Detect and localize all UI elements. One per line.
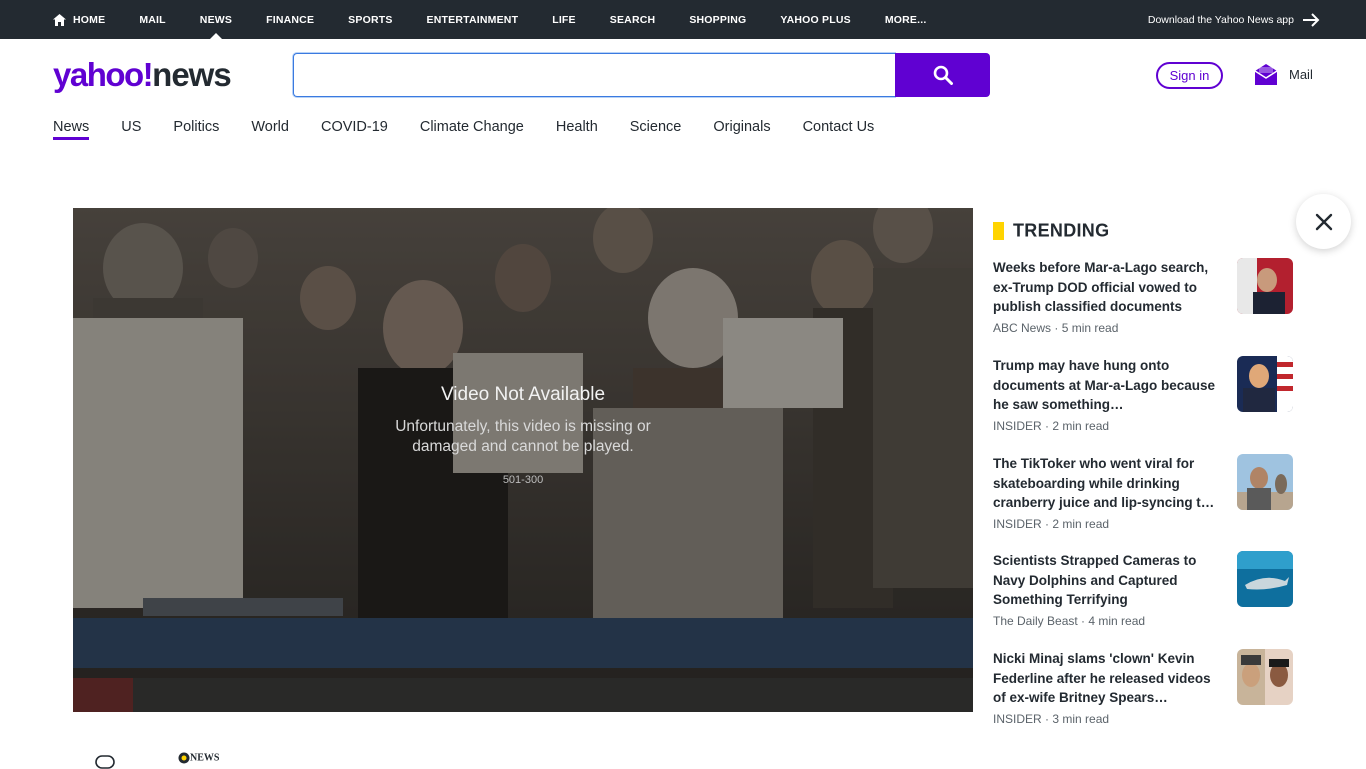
trending-item-meta: INSIDER · 2 min read bbox=[993, 517, 1293, 531]
meta-separator: · bbox=[1041, 517, 1053, 531]
video-error-message: Unfortunately, this video is missing or … bbox=[395, 418, 651, 455]
trending-item-read-time: 4 min read bbox=[1088, 614, 1146, 628]
subnav-world[interactable]: World bbox=[251, 116, 289, 140]
subnav-health[interactable]: Health bbox=[556, 116, 598, 140]
home-icon bbox=[53, 13, 66, 26]
topnav-life[interactable]: LIFE bbox=[552, 0, 576, 39]
topnav-finance[interactable]: FINANCE bbox=[266, 0, 314, 39]
trending-item-meta: The Daily Beast · 4 min read bbox=[993, 614, 1293, 628]
yahoo-news-logo[interactable]: yahoo! news bbox=[53, 56, 232, 96]
video-player[interactable]: Video Not Available Unfortunately, this … bbox=[73, 208, 973, 712]
trending-item[interactable]: Scientists Strapped Cameras to Navy Dolp… bbox=[993, 551, 1293, 628]
subnav-politics[interactable]: Politics bbox=[173, 116, 219, 140]
subnav-contact-us[interactable]: Contact Us bbox=[803, 116, 875, 140]
subnav-us[interactable]: US bbox=[121, 116, 141, 140]
meta-separator: · bbox=[1041, 712, 1053, 726]
top-bar: HOME MAIL NEWS FINANCE SPORTS ENTERTAINM… bbox=[0, 0, 1366, 39]
trending-thumbnail bbox=[1237, 649, 1293, 705]
trending-item-read-time: 2 min read bbox=[1052, 517, 1110, 531]
trending-item-title[interactable]: Trump may have hung onto documents at Ma… bbox=[993, 356, 1217, 415]
trending-item-source: INSIDER bbox=[993, 712, 1042, 726]
trending-thumbnail bbox=[1237, 454, 1293, 510]
topnav-sports[interactable]: SPORTS bbox=[348, 0, 392, 39]
trending-thumbnail bbox=[1237, 258, 1293, 314]
video-error-title: Video Not Available bbox=[440, 384, 606, 405]
meta-separator: · bbox=[1077, 614, 1089, 628]
trending-item-source: INSIDER bbox=[993, 517, 1042, 531]
trending-thumbnail bbox=[1237, 356, 1293, 412]
search-icon bbox=[933, 65, 953, 85]
video-error-code: 501-300 bbox=[502, 474, 544, 486]
search-button[interactable] bbox=[895, 53, 990, 97]
video-dim-overlay bbox=[73, 208, 973, 712]
trending-item-title[interactable]: Scientists Strapped Cameras to Navy Dolp… bbox=[993, 551, 1217, 610]
abc-news-logo: NEWS bbox=[178, 752, 219, 764]
topnav-shopping[interactable]: SHOPPING bbox=[689, 0, 746, 39]
subnav-science[interactable]: Science bbox=[630, 116, 682, 140]
abc-news-label: NEWS bbox=[190, 752, 220, 764]
trending-item-source: INSIDER bbox=[993, 419, 1042, 433]
close-icon bbox=[1315, 213, 1332, 230]
mail-label: Mail bbox=[1289, 66, 1313, 82]
trending-item-source: ABC News bbox=[993, 321, 1052, 335]
subnav-news[interactable]: News bbox=[53, 116, 90, 140]
search-input[interactable] bbox=[293, 53, 895, 97]
comments-icon[interactable] bbox=[95, 755, 115, 769]
topnav-news[interactable]: NEWS bbox=[200, 0, 232, 39]
topnav-search[interactable]: SEARCH bbox=[610, 0, 656, 39]
search-bar bbox=[293, 53, 990, 97]
logo-news: news bbox=[152, 56, 232, 93]
trending-item-source: The Daily Beast bbox=[993, 614, 1078, 628]
trending-item[interactable]: The TikToker who went viral for skateboa… bbox=[993, 454, 1293, 531]
sign-in-button[interactable]: Sign in bbox=[1156, 62, 1223, 89]
trending-item-meta: INSIDER · 3 min read bbox=[993, 712, 1293, 726]
trending-item-read-time: 5 min read bbox=[1061, 321, 1119, 335]
trending-item[interactable]: Trump may have hung onto documents at Ma… bbox=[993, 356, 1293, 433]
download-app-link[interactable]: Download the Yahoo News app bbox=[1148, 0, 1320, 39]
topnav-home[interactable]: HOME bbox=[53, 0, 105, 39]
section-nav: News US Politics World COVID-19 Climate … bbox=[53, 116, 906, 142]
download-app-label: Download the Yahoo News app bbox=[1147, 13, 1294, 26]
top-nav: HOME MAIL NEWS FINANCE SPORTS ENTERTAINM… bbox=[53, 0, 960, 39]
trending-accent-bar bbox=[993, 221, 1004, 240]
trending-thumbnail bbox=[1237, 551, 1293, 607]
trending-item-meta: INSIDER · 2 min read bbox=[993, 419, 1293, 433]
trending-item[interactable]: Nicki Minaj slams 'clown' Kevin Federlin… bbox=[993, 649, 1293, 726]
topnav-entertainment[interactable]: ENTERTAINMENT bbox=[427, 0, 519, 39]
meta-separator: · bbox=[1041, 419, 1053, 433]
trending-header: TRENDING bbox=[993, 219, 1110, 241]
close-button[interactable] bbox=[1296, 194, 1351, 249]
trending-item-title[interactable]: The TikToker who went viral for skateboa… bbox=[993, 454, 1217, 513]
abc-icon bbox=[178, 752, 190, 764]
subnav-covid-19[interactable]: COVID-19 bbox=[321, 116, 388, 140]
arrow-right-icon bbox=[1303, 12, 1320, 27]
subnav-climate-change[interactable]: Climate Change bbox=[420, 116, 524, 140]
mail-link[interactable]: Mail bbox=[1254, 62, 1313, 86]
topnav-home-label: HOME bbox=[73, 13, 106, 26]
subnav-originals[interactable]: Originals bbox=[713, 116, 770, 140]
meta-separator: · bbox=[1051, 321, 1062, 335]
trending-item-read-time: 3 min read bbox=[1052, 712, 1110, 726]
trending-item-title[interactable]: Weeks before Mar-a-Lago search, ex-Trump… bbox=[993, 258, 1217, 317]
trending-item[interactable]: Weeks before Mar-a-Lago search, ex-Trump… bbox=[993, 258, 1293, 335]
mail-icon bbox=[1254, 64, 1278, 85]
trending-item-title[interactable]: Nicki Minaj slams 'clown' Kevin Federlin… bbox=[993, 649, 1217, 708]
logo-yahoo: yahoo! bbox=[53, 56, 154, 93]
trending-item-read-time: 2 min read bbox=[1052, 419, 1110, 433]
topnav-yahoo-plus[interactable]: YAHOO PLUS bbox=[780, 0, 850, 39]
topnav-mail[interactable]: MAIL bbox=[139, 0, 165, 39]
topnav-more[interactable]: MORE... bbox=[885, 0, 927, 39]
trending-item-meta: ABC News · 5 min read bbox=[993, 321, 1293, 335]
trending-title: TRENDING bbox=[1013, 219, 1110, 241]
